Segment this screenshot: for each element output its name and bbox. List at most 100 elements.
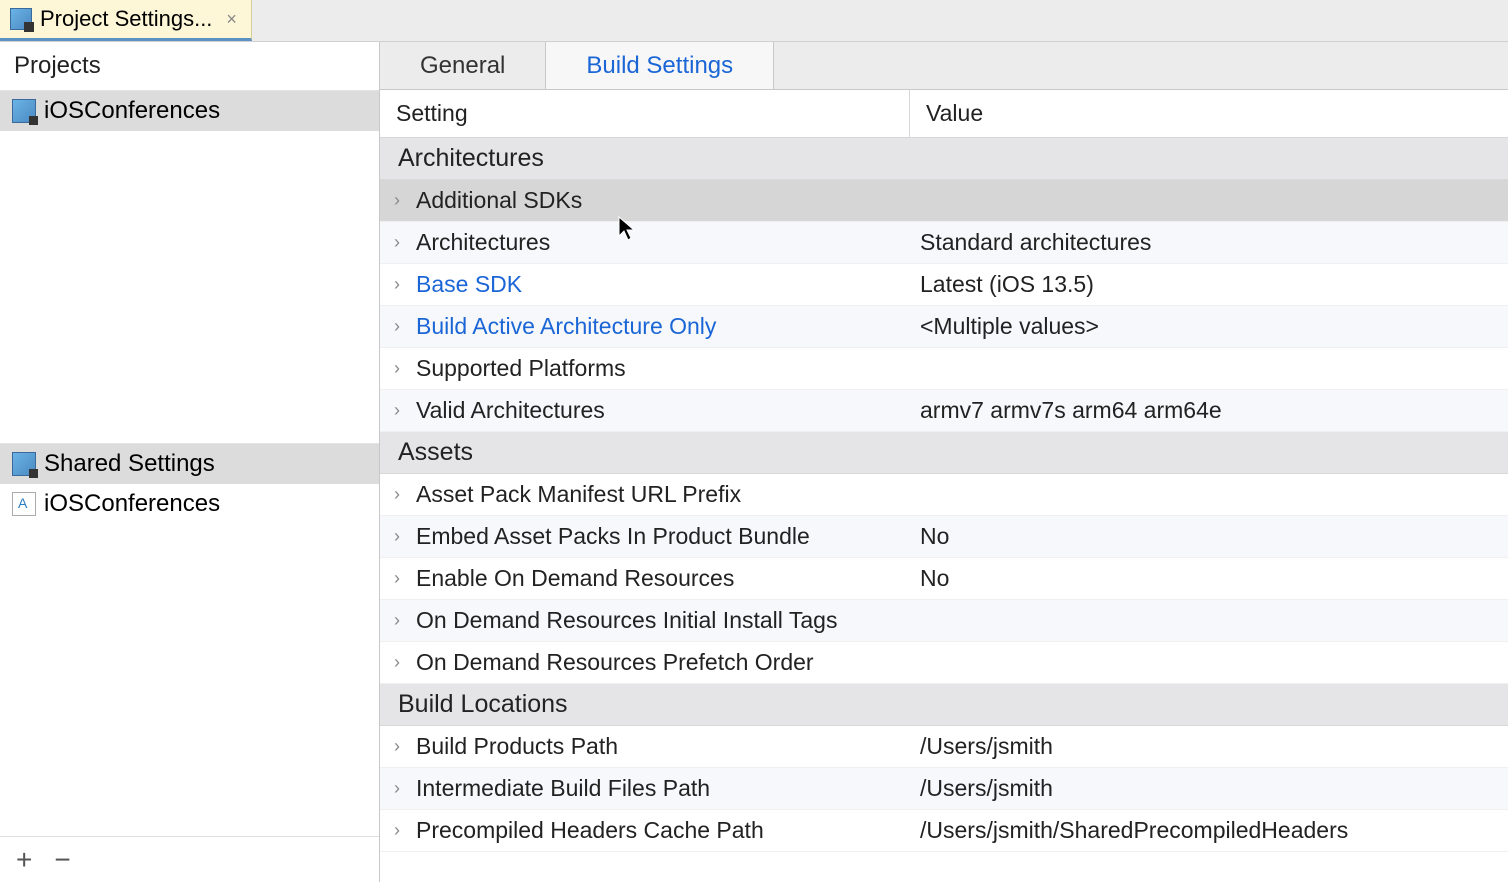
- setting-value[interactable]: <Multiple values>: [910, 313, 1508, 340]
- setting-row[interactable]: › On Demand Resources Initial Install Tag…: [380, 600, 1508, 642]
- group-header: Assets: [380, 432, 1508, 474]
- setting-name: Build Active Architecture Only: [416, 313, 716, 340]
- setting-row[interactable]: › Embed Asset Packs In Product Bundle No: [380, 516, 1508, 558]
- setting-row[interactable]: › Build Active Architecture Only <Multiple…: [380, 306, 1508, 348]
- setting-cell: › Additional SDKs: [380, 180, 910, 221]
- chevron-right-icon[interactable]: ›: [388, 316, 406, 337]
- setting-row[interactable]: › Additional SDKs: [380, 180, 1508, 222]
- setting-row[interactable]: › Precompiled Headers Cache Path/Users/js…: [380, 810, 1508, 852]
- setting-cell: › Precompiled Headers Cache Path: [380, 810, 910, 851]
- sidebar-shared-section: Shared Settings iOSConferences: [0, 443, 379, 524]
- setting-cell: › Valid Architectures: [380, 390, 910, 431]
- setting-row[interactable]: › Build Products Path/Users/jsmith: [380, 726, 1508, 768]
- setting-row[interactable]: › Asset Pack Manifest URL Prefix: [380, 474, 1508, 516]
- sidebar-item-label: iOSConferences: [44, 490, 220, 518]
- setting-cell: › On Demand Resources Prefetch Order: [380, 642, 910, 683]
- setting-value[interactable]: /Users/jsmith: [910, 775, 1508, 802]
- setting-row[interactable]: › On Demand Resources Prefetch Order: [380, 642, 1508, 684]
- setting-value[interactable]: /Users/jsmith/SharedPrecompiledHeaders: [910, 817, 1508, 844]
- setting-row[interactable]: › Base SDK Latest (iOS 13.5): [380, 264, 1508, 306]
- setting-value[interactable]: /Users/jsmith: [910, 733, 1508, 760]
- setting-cell: › Intermediate Build Files Path: [380, 768, 910, 809]
- group-header: Architectures: [380, 138, 1508, 180]
- setting-name: Architectures: [416, 229, 550, 256]
- setting-cell: › Embed Asset Packs In Product Bundle: [380, 516, 910, 557]
- setting-value[interactable]: Standard architectures: [910, 229, 1508, 256]
- chevron-right-icon[interactable]: ›: [388, 358, 406, 379]
- setting-name: Asset Pack Manifest URL Prefix: [416, 481, 741, 508]
- setting-name: Base SDK: [416, 271, 522, 298]
- chevron-right-icon[interactable]: ›: [388, 232, 406, 253]
- main-panel: General Build Settings Setting Value Arc…: [380, 42, 1508, 882]
- chevron-right-icon[interactable]: ›: [388, 652, 406, 673]
- tab-label: General: [420, 52, 505, 80]
- setting-name: Supported Platforms: [416, 355, 626, 382]
- xcode-project-icon: [12, 452, 36, 476]
- sidebar-empty-space: [0, 131, 379, 443]
- setting-cell: › Enable On Demand Resources: [380, 558, 910, 599]
- setting-row[interactable]: › Architectures Standard architectures: [380, 222, 1508, 264]
- xcode-project-icon: [12, 99, 36, 123]
- setting-cell: › Build Products Path: [380, 726, 910, 767]
- sidebar-item-label: Shared Settings: [44, 450, 215, 478]
- setting-row[interactable]: › Intermediate Build Files Path/Users/jsm…: [380, 768, 1508, 810]
- chevron-right-icon[interactable]: ›: [388, 400, 406, 421]
- sidebar-header-projects: Projects: [0, 42, 379, 91]
- chevron-right-icon[interactable]: ›: [388, 274, 406, 295]
- sidebar-item-label: iOSConferences: [44, 97, 220, 125]
- sidebar-item-project[interactable]: iOSConferences: [0, 91, 379, 131]
- chevron-right-icon[interactable]: ›: [388, 778, 406, 799]
- remove-button[interactable]: −: [54, 846, 70, 874]
- setting-value[interactable]: No: [910, 565, 1508, 592]
- tab-label: Build Settings: [586, 52, 733, 80]
- chevron-right-icon[interactable]: ›: [388, 568, 406, 589]
- setting-row[interactable]: › Valid Architectures armv7 armv7s arm64 a…: [380, 390, 1508, 432]
- column-header-setting[interactable]: Setting: [380, 90, 910, 137]
- setting-value[interactable]: No: [910, 523, 1508, 550]
- settings-table: Architectures › Additional SDKs › Architectu…: [380, 138, 1508, 882]
- setting-cell: › Architectures: [380, 222, 910, 263]
- app-target-icon: [12, 492, 36, 516]
- sidebar-empty-space-2: [0, 524, 379, 836]
- project-file-icon: [10, 8, 32, 30]
- file-tab-project-settings[interactable]: Project Settings... ×: [0, 0, 252, 41]
- group-header: Build Locations: [380, 684, 1508, 726]
- setting-cell: › On Demand Resources Initial Install Tag…: [380, 600, 910, 641]
- setting-name: Enable On Demand Resources: [416, 565, 734, 592]
- main-tab-bar: General Build Settings: [380, 42, 1508, 90]
- setting-cell: › Asset Pack Manifest URL Prefix: [380, 474, 910, 515]
- setting-name: Additional SDKs: [416, 187, 582, 214]
- setting-cell: › Base SDK: [380, 264, 910, 305]
- workspace: Projects iOSConferences Shared Settings …: [0, 42, 1508, 882]
- setting-name: On Demand Resources Prefetch Order: [416, 649, 814, 676]
- chevron-right-icon[interactable]: ›: [388, 736, 406, 757]
- setting-name: Valid Architectures: [416, 397, 605, 424]
- add-button[interactable]: +: [16, 846, 32, 874]
- tab-build-settings[interactable]: Build Settings: [546, 42, 774, 89]
- sidebar-footer: + −: [0, 836, 379, 882]
- chevron-right-icon[interactable]: ›: [388, 610, 406, 631]
- close-icon[interactable]: ×: [226, 9, 237, 30]
- setting-cell: › Build Active Architecture Only: [380, 306, 910, 347]
- setting-row[interactable]: › Enable On Demand Resources No: [380, 558, 1508, 600]
- setting-name: On Demand Resources Initial Install Tags: [416, 607, 837, 634]
- sidebar-project-list: iOSConferences: [0, 91, 379, 131]
- setting-name: Embed Asset Packs In Product Bundle: [416, 523, 810, 550]
- chevron-right-icon[interactable]: ›: [388, 190, 406, 211]
- setting-row[interactable]: › Supported Platforms: [380, 348, 1508, 390]
- sidebar-item-shared-settings[interactable]: Shared Settings: [0, 444, 379, 484]
- sidebar-item-shared-target[interactable]: iOSConferences: [0, 484, 379, 524]
- sidebar: Projects iOSConferences Shared Settings …: [0, 42, 380, 882]
- column-header-value[interactable]: Value: [910, 90, 1508, 137]
- editor-tab-bar: Project Settings... ×: [0, 0, 1508, 42]
- setting-name: Build Products Path: [416, 733, 618, 760]
- setting-name: Intermediate Build Files Path: [416, 775, 710, 802]
- setting-value[interactable]: armv7 armv7s arm64 arm64e: [910, 397, 1508, 424]
- setting-name: Precompiled Headers Cache Path: [416, 817, 764, 844]
- table-header: Setting Value: [380, 90, 1508, 138]
- chevron-right-icon[interactable]: ›: [388, 820, 406, 841]
- chevron-right-icon[interactable]: ›: [388, 484, 406, 505]
- chevron-right-icon[interactable]: ›: [388, 526, 406, 547]
- setting-value[interactable]: Latest (iOS 13.5): [910, 271, 1508, 298]
- tab-general[interactable]: General: [380, 42, 546, 89]
